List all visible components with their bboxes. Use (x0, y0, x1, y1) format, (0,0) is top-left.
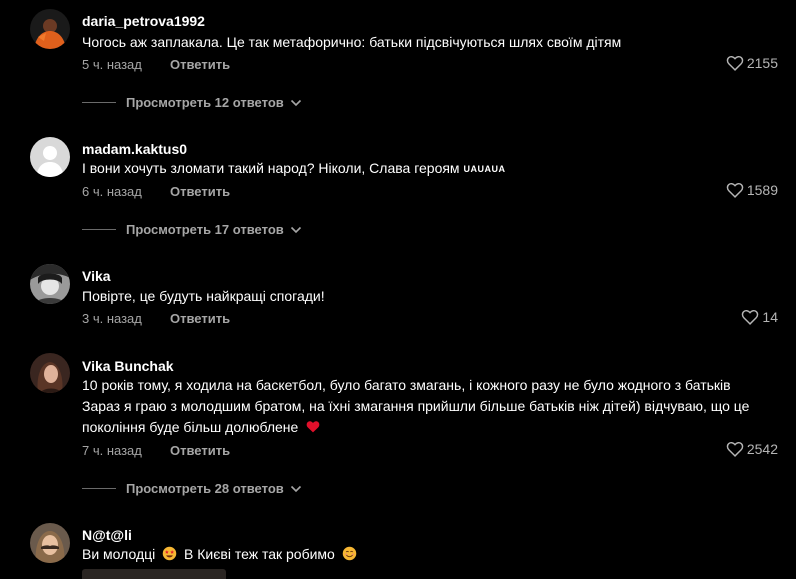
comment-text-line-2: Зараз я граю з молодшим братом, на їхні … (82, 398, 750, 414)
chevron-down-icon (284, 99, 302, 107)
chevron-down-icon (284, 485, 302, 493)
username[interactable]: Vika (82, 268, 111, 284)
comment-text-line: Ви молодці В Києві теж так робимо (82, 544, 782, 567)
comment-text: Чогось аж заплакала. Це так метафорично:… (82, 34, 622, 50)
chevron-down-icon (284, 226, 302, 234)
media-thumbnail[interactable] (82, 569, 226, 579)
username[interactable]: Vika Bunchak (82, 358, 174, 374)
like-count: 14 (762, 309, 778, 325)
comment-text: І вони хочуть зломати такий народ? Нікол… (82, 160, 460, 176)
like-count: 1589 (746, 182, 778, 198)
comment-time: 5 ч. назад (82, 57, 142, 72)
heart-outline-icon (726, 441, 744, 457)
comment-text-part-2: В Києві теж так робимо (184, 546, 335, 562)
divider-line (82, 488, 116, 489)
comment-text-line-1: 10 років тому, я ходила на баскетбол, бу… (82, 377, 731, 393)
avatar[interactable] (30, 353, 70, 393)
comment-text: Повірте, це будуть найкращі спогади! (82, 288, 325, 304)
smiling-face-emoji-icon (342, 546, 357, 567)
comment-time: 7 ч. назад (82, 443, 142, 458)
view-replies-label: Просмотреть 17 ответов (126, 222, 284, 237)
comment-text-part-1: Ви молодці (82, 546, 156, 562)
heart-outline-icon (726, 55, 744, 71)
view-replies-button[interactable]: Просмотреть 28 ответов (82, 481, 302, 496)
avatar[interactable] (30, 264, 70, 304)
like-button[interactable]: 14 (741, 309, 778, 325)
comment-text: покоління буде більш долюблене (82, 419, 299, 435)
like-count: 2155 (746, 55, 778, 71)
avatar[interactable] (30, 137, 70, 177)
divider-line (82, 229, 116, 230)
view-replies-button[interactable]: Просмотреть 12 ответов (82, 95, 302, 110)
divider-line (82, 102, 116, 103)
star-struck-emoji-icon (162, 546, 177, 567)
like-count: 2542 (746, 441, 778, 457)
username[interactable]: daria_petrova1992 (82, 13, 205, 29)
view-replies-label: Просмотреть 12 ответов (126, 95, 284, 110)
username[interactable]: madam.kaktus0 (82, 141, 187, 157)
reply-button[interactable]: Ответить (170, 184, 230, 199)
red-heart-emoji-icon (306, 418, 320, 439)
reply-button[interactable]: Ответить (170, 443, 230, 458)
like-button[interactable]: 2542 (726, 441, 778, 457)
comment-text-line-3: покоління буде більш долюблене (82, 417, 782, 439)
username[interactable]: N@t@li (82, 527, 132, 543)
view-replies-label: Просмотреть 28 ответов (126, 481, 284, 496)
heart-outline-icon (741, 309, 759, 325)
avatar[interactable] (30, 9, 70, 49)
heart-outline-icon (726, 182, 744, 198)
like-button[interactable]: 2155 (726, 55, 778, 71)
view-replies-button[interactable]: Просмотреть 17 ответов (82, 222, 302, 237)
like-button[interactable]: 1589 (726, 182, 778, 198)
comment-time: 6 ч. назад (82, 184, 142, 199)
comment-time: 3 ч. назад (82, 311, 142, 326)
reply-button[interactable]: Ответить (170, 311, 230, 326)
comment-text-line: І вони хочуть зломати такий народ? Нікол… (82, 158, 782, 180)
flag-emojis: UAUAUA (463, 164, 506, 174)
avatar[interactable] (30, 523, 70, 563)
reply-button[interactable]: Ответить (170, 57, 230, 72)
